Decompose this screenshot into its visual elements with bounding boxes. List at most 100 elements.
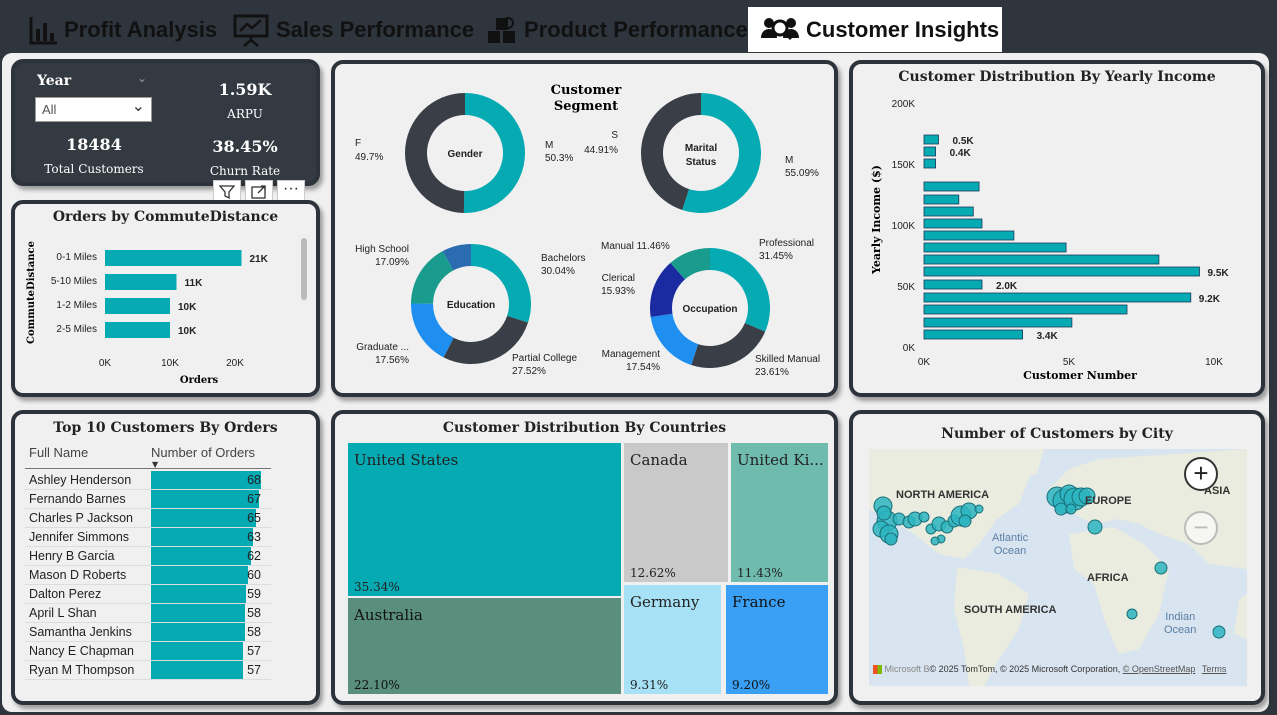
income-bar[interactable] [923,206,974,217]
income-bar[interactable] [923,317,1073,328]
country-name: United Ki... [737,451,824,469]
brand-text: Microsoft B [884,664,930,674]
commute-x-axis-label: Orders [180,375,219,386]
chevron-down-icon[interactable]: ⌄ [137,71,147,85]
scrollbar[interactable] [301,238,307,300]
treemap-cell[interactable]: Canada 12.62% [624,443,728,582]
table-row[interactable]: Mason D Roberts 60 [25,566,271,585]
income-bar[interactable] [923,218,983,229]
table-row[interactable]: Samantha Jenkins 58 [25,623,271,642]
table-row[interactable]: Fernando Barnes 67 [25,490,271,509]
city-bubble[interactable] [1065,503,1077,515]
city-bubble[interactable] [930,536,940,546]
map-label-atlantic: Atlantic Ocean [992,532,1029,557]
orders-count: 68 [247,473,261,487]
commute-category-label: 5-10 Miles [51,276,97,287]
table-header-name[interactable]: Full Name [29,445,88,460]
treemap-cell[interactable]: France 9.20% [726,585,828,694]
country-name: Canada [630,451,688,469]
total-customers-value: 18484 [66,135,122,154]
income-bar[interactable] [923,134,939,145]
boxes-icon [488,16,515,43]
income-bar[interactable] [923,146,937,157]
education-label: High School [355,244,409,255]
city-bubble[interactable] [1212,625,1226,639]
treemap-cell[interactable]: Australia 22.10% [348,598,621,694]
table-row[interactable]: Henry B Garcia 62 [25,547,271,566]
australia-landmass [1234,594,1247,639]
city-bubble[interactable] [1087,519,1103,535]
education-label: Bachelors [541,253,585,264]
education-pct: 17.56% [375,355,409,366]
city-bubble[interactable] [884,532,898,546]
treemap-cell[interactable]: United States 35.34% [348,443,621,596]
income-bar[interactable] [923,266,1200,277]
customer-segment-card: Customer Segment Gender F 49.7% M 50.3% Marit… [331,60,838,397]
table-row[interactable]: April L Shan 58 [25,604,271,623]
zoom-out-button[interactable]: − [1184,511,1218,545]
treemap-cell[interactable]: United Ki... 11.43% [731,443,828,582]
income-bar[interactable] [923,329,1023,340]
orders-databar [151,547,252,565]
map-viewport[interactable]: NORTH AMERICA EUROPE ASIA AFRICA SOUTH A… [869,449,1247,686]
marital-left-label: S [611,130,618,141]
table-row[interactable]: Dalton Perez 59 [25,585,271,604]
city-bubble[interactable] [1054,502,1068,516]
city-bubble[interactable] [918,511,930,523]
table-row[interactable]: Ashley Henderson 68 [25,471,271,490]
income-bar[interactable] [923,194,960,205]
osm-link[interactable]: © OpenStreetMap [1123,664,1196,674]
income-bar[interactable] [923,292,1192,303]
city-bubble[interactable] [958,514,972,528]
education-slice[interactable] [411,251,454,304]
commute-bar-chart: CommuteDistance Orders 0-1 Miles 21K 5-10 … [26,238,307,386]
orders-databar [151,604,245,622]
customer-segment-donuts: Customer Segment Gender F 49.7% M 50.3% Marit… [355,83,820,378]
table-row[interactable]: Ryan M Thompson 57 [25,661,271,680]
year-slicer-dropdown[interactable]: All ⌄ [35,97,152,122]
zoom-in-button[interactable]: + [1184,457,1218,491]
tab-sales-performance[interactable]: Sales Performance [232,7,474,52]
income-bar[interactable] [923,181,980,192]
orders-databar [151,642,244,660]
terms-link[interactable]: Terms [1202,664,1227,674]
map-label-indian: Indian Ocean [1164,611,1197,636]
income-bar[interactable] [923,158,937,169]
city-bubble[interactable] [974,504,984,514]
table-row[interactable]: Charles P Jackson 65 [25,509,271,528]
occupation-pct: 17.54% [626,362,660,373]
tab-label: Sales Performance [276,16,475,42]
commute-bar[interactable] [105,322,170,338]
orders-databar [151,528,253,546]
tab-label: Customer Insights [806,16,1000,42]
customer-name: Ashley Henderson [29,473,132,487]
country-pct: 12.62% [630,566,676,580]
treemap-cell[interactable]: Germany 9.31% [624,585,721,694]
commute-bar[interactable] [105,274,177,290]
income-bar[interactable] [923,279,983,290]
commute-bar[interactable] [105,250,242,266]
tab-profit-analysis[interactable]: Profit Analysis [28,7,217,52]
income-bar[interactable] [923,254,1160,265]
country-pct: 35.34% [354,580,400,594]
table-row[interactable]: Nancy E Chapman 57 [25,642,271,661]
map-label-europe: EUROPE [1085,495,1132,507]
commute-x-tick: 0K [99,358,112,369]
city-bubble[interactable] [1154,561,1168,575]
marital-left-pct: 44.91% [584,145,618,156]
table-row[interactable]: Jennifer Simmons 63 [25,528,271,547]
tab-product-performance[interactable]: Product Performance [486,7,748,52]
income-bar[interactable] [923,242,1067,253]
income-bar[interactable] [923,230,1015,241]
customer-name: Samantha Jenkins [29,625,132,639]
education-slice[interactable] [411,303,454,358]
commute-category-label: 2-5 Miles [56,324,97,335]
city-bubble[interactable] [876,505,892,521]
table-header-orders[interactable]: Number of Orders [151,445,255,460]
tab-customer-insights[interactable]: Customer Insights [748,7,1002,52]
city-bubble[interactable] [1126,608,1138,620]
income-bar[interactable] [923,304,1128,315]
orders-count: 67 [247,492,261,506]
presentation-icon [233,14,269,47]
commute-bar[interactable] [105,298,170,314]
